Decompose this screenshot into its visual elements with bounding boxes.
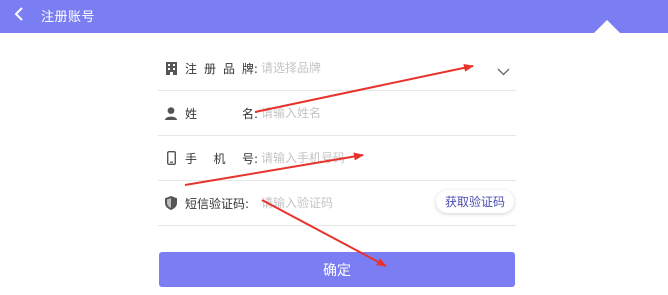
- phone-input[interactable]: [261, 151, 516, 165]
- name-input[interactable]: [261, 106, 516, 120]
- get-code-button[interactable]: 获取验证码: [435, 190, 514, 213]
- brand-label: 注 册 品 牌:: [185, 61, 258, 76]
- brand-select[interactable]: [261, 61, 516, 75]
- register-form: 注 册 品 牌: 姓 名:: [158, 46, 516, 226]
- confirm-button[interactable]: 确定: [159, 252, 515, 287]
- code-label: 短信验证码:: [185, 196, 250, 211]
- phone-row: 手 机 号:: [158, 136, 516, 181]
- building-icon: [164, 61, 178, 75]
- phone-icon: [164, 151, 178, 165]
- brand-row[interactable]: 注 册 品 牌:: [158, 46, 516, 91]
- name-label: 姓 名:: [185, 106, 258, 121]
- page-title: 注册账号: [41, 10, 96, 25]
- shield-icon: [164, 196, 178, 210]
- phone-label: 手 机 号:: [185, 151, 258, 166]
- name-row: 姓 名:: [158, 91, 516, 136]
- code-row: 短信验证码: 获取验证码: [158, 181, 516, 226]
- user-icon: [164, 106, 178, 120]
- chevron-left-icon: [14, 7, 23, 21]
- top-bar: 注册账号: [0, 0, 668, 33]
- back-button[interactable]: [8, 3, 30, 25]
- chevron-down-icon[interactable]: [497, 61, 510, 80]
- header-notch: [594, 20, 620, 33]
